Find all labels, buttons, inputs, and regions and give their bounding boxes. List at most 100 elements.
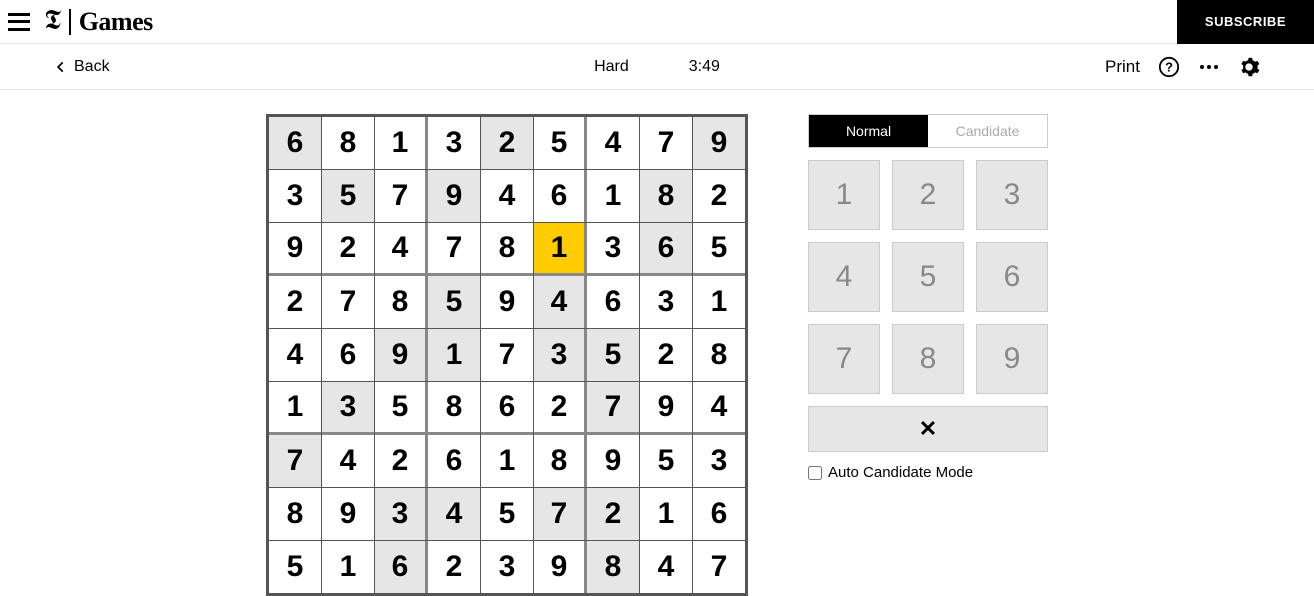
cell-r0-c1[interactable]: 8 xyxy=(322,117,374,169)
cell-r8-c7[interactable]: 4 xyxy=(640,541,692,593)
cell-r4-c2[interactable]: 9 xyxy=(375,329,428,381)
cell-r1-c2[interactable]: 7 xyxy=(375,170,428,222)
cell-r2-c4[interactable]: 8 xyxy=(481,223,533,276)
help-button[interactable]: ? xyxy=(1158,56,1180,78)
cell-r4-c6[interactable]: 5 xyxy=(587,329,639,381)
cell-r2-c0[interactable]: 9 xyxy=(269,223,321,276)
cell-r5-c0[interactable]: 1 xyxy=(269,382,321,435)
cell-r6-c1[interactable]: 4 xyxy=(322,435,374,487)
cell-r4-c5[interactable]: 3 xyxy=(534,329,587,381)
settings-button[interactable] xyxy=(1238,56,1260,78)
cell-r5-c2[interactable]: 5 xyxy=(375,382,428,435)
cell-r3-c7[interactable]: 3 xyxy=(640,276,692,328)
cell-r0-c6[interactable]: 4 xyxy=(587,117,639,169)
cell-r3-c6[interactable]: 6 xyxy=(587,276,639,328)
cell-r4-c3[interactable]: 1 xyxy=(428,329,480,381)
cell-r3-c2[interactable]: 8 xyxy=(375,276,428,328)
num-button-8[interactable]: 8 xyxy=(892,324,964,394)
num-button-1[interactable]: 1 xyxy=(808,160,880,230)
cell-r7-c0[interactable]: 8 xyxy=(269,488,321,540)
cell-r6-c7[interactable]: 5 xyxy=(640,435,692,487)
cell-r3-c1[interactable]: 7 xyxy=(322,276,374,328)
cell-r5-c6[interactable]: 7 xyxy=(587,382,639,435)
auto-candidate-checkbox[interactable] xyxy=(808,466,822,480)
mode-normal[interactable]: Normal xyxy=(809,115,928,147)
num-button-7[interactable]: 7 xyxy=(808,324,880,394)
cell-r3-c4[interactable]: 9 xyxy=(481,276,533,328)
cell-r2-c1[interactable]: 2 xyxy=(322,223,374,276)
cell-r3-c0[interactable]: 2 xyxy=(269,276,321,328)
cell-r8-c4[interactable]: 3 xyxy=(481,541,533,593)
cell-r8-c2[interactable]: 6 xyxy=(375,541,428,593)
num-button-3[interactable]: 3 xyxy=(976,160,1048,230)
logo[interactable]: 𝕿 Games xyxy=(44,6,153,37)
cell-r7-c2[interactable]: 3 xyxy=(375,488,428,540)
cell-r0-c8[interactable]: 9 xyxy=(693,117,745,169)
cell-r5-c7[interactable]: 9 xyxy=(640,382,692,435)
back-button[interactable]: Back xyxy=(54,58,110,76)
cell-r1-c1[interactable]: 5 xyxy=(322,170,374,222)
cell-r6-c3[interactable]: 6 xyxy=(428,435,480,487)
auto-candidate-toggle[interactable]: Auto Candidate Mode xyxy=(808,464,1048,481)
cell-r7-c8[interactable]: 6 xyxy=(693,488,745,540)
cell-r2-c2[interactable]: 4 xyxy=(375,223,428,276)
cell-r1-c6[interactable]: 1 xyxy=(587,170,639,222)
cell-r2-c5[interactable]: 1 xyxy=(534,223,587,276)
subscribe-button[interactable]: SUBSCRIBE xyxy=(1177,0,1314,44)
num-button-6[interactable]: 6 xyxy=(976,242,1048,312)
cell-r4-c0[interactable]: 4 xyxy=(269,329,321,381)
cell-r5-c5[interactable]: 2 xyxy=(534,382,587,435)
cell-r1-c5[interactable]: 6 xyxy=(534,170,587,222)
cell-r8-c6[interactable]: 8 xyxy=(587,541,639,593)
cell-r2-c6[interactable]: 3 xyxy=(587,223,639,276)
cell-r7-c6[interactable]: 2 xyxy=(587,488,639,540)
cell-r6-c5[interactable]: 8 xyxy=(534,435,587,487)
cell-r5-c4[interactable]: 6 xyxy=(481,382,533,435)
cell-r8-c8[interactable]: 7 xyxy=(693,541,745,593)
cell-r8-c0[interactable]: 5 xyxy=(269,541,321,593)
cell-r0-c2[interactable]: 1 xyxy=(375,117,428,169)
cell-r7-c1[interactable]: 9 xyxy=(322,488,374,540)
cell-r7-c7[interactable]: 1 xyxy=(640,488,692,540)
cell-r0-c4[interactable]: 2 xyxy=(481,117,533,169)
cell-r3-c8[interactable]: 1 xyxy=(693,276,745,328)
cell-r1-c4[interactable]: 4 xyxy=(481,170,533,222)
cell-r0-c5[interactable]: 5 xyxy=(534,117,587,169)
cell-r3-c5[interactable]: 4 xyxy=(534,276,587,328)
cell-r8-c3[interactable]: 2 xyxy=(428,541,480,593)
cell-r1-c8[interactable]: 2 xyxy=(693,170,745,222)
mode-candidate[interactable]: Candidate xyxy=(928,115,1047,147)
cell-r6-c8[interactable]: 3 xyxy=(693,435,745,487)
cell-r7-c5[interactable]: 7 xyxy=(534,488,587,540)
cell-r4-c1[interactable]: 6 xyxy=(322,329,374,381)
cell-r3-c3[interactable]: 5 xyxy=(428,276,480,328)
cell-r2-c7[interactable]: 6 xyxy=(640,223,692,276)
cell-r8-c5[interactable]: 9 xyxy=(534,541,587,593)
cell-r6-c0[interactable]: 7 xyxy=(269,435,321,487)
cell-r2-c8[interactable]: 5 xyxy=(693,223,745,276)
menu-icon[interactable] xyxy=(8,13,30,31)
cell-r5-c3[interactable]: 8 xyxy=(428,382,480,435)
num-button-4[interactable]: 4 xyxy=(808,242,880,312)
cell-r6-c2[interactable]: 2 xyxy=(375,435,428,487)
print-button[interactable]: Print xyxy=(1105,57,1140,77)
num-button-9[interactable]: 9 xyxy=(976,324,1048,394)
more-button[interactable] xyxy=(1198,56,1220,78)
cell-r0-c7[interactable]: 7 xyxy=(640,117,692,169)
cell-r7-c3[interactable]: 4 xyxy=(428,488,480,540)
cell-r0-c0[interactable]: 6 xyxy=(269,117,321,169)
cell-r5-c1[interactable]: 3 xyxy=(322,382,374,435)
cell-r5-c8[interactable]: 4 xyxy=(693,382,745,435)
num-button-2[interactable]: 2 xyxy=(892,160,964,230)
cell-r6-c4[interactable]: 1 xyxy=(481,435,533,487)
cell-r4-c7[interactable]: 2 xyxy=(640,329,692,381)
num-button-5[interactable]: 5 xyxy=(892,242,964,312)
cell-r1-c7[interactable]: 8 xyxy=(640,170,692,222)
cell-r8-c1[interactable]: 1 xyxy=(322,541,374,593)
cell-r7-c4[interactable]: 5 xyxy=(481,488,533,540)
erase-button[interactable]: ✕ xyxy=(808,406,1048,452)
cell-r4-c8[interactable]: 8 xyxy=(693,329,745,381)
cell-r1-c3[interactable]: 9 xyxy=(428,170,480,222)
cell-r0-c3[interactable]: 3 xyxy=(428,117,480,169)
cell-r1-c0[interactable]: 3 xyxy=(269,170,321,222)
